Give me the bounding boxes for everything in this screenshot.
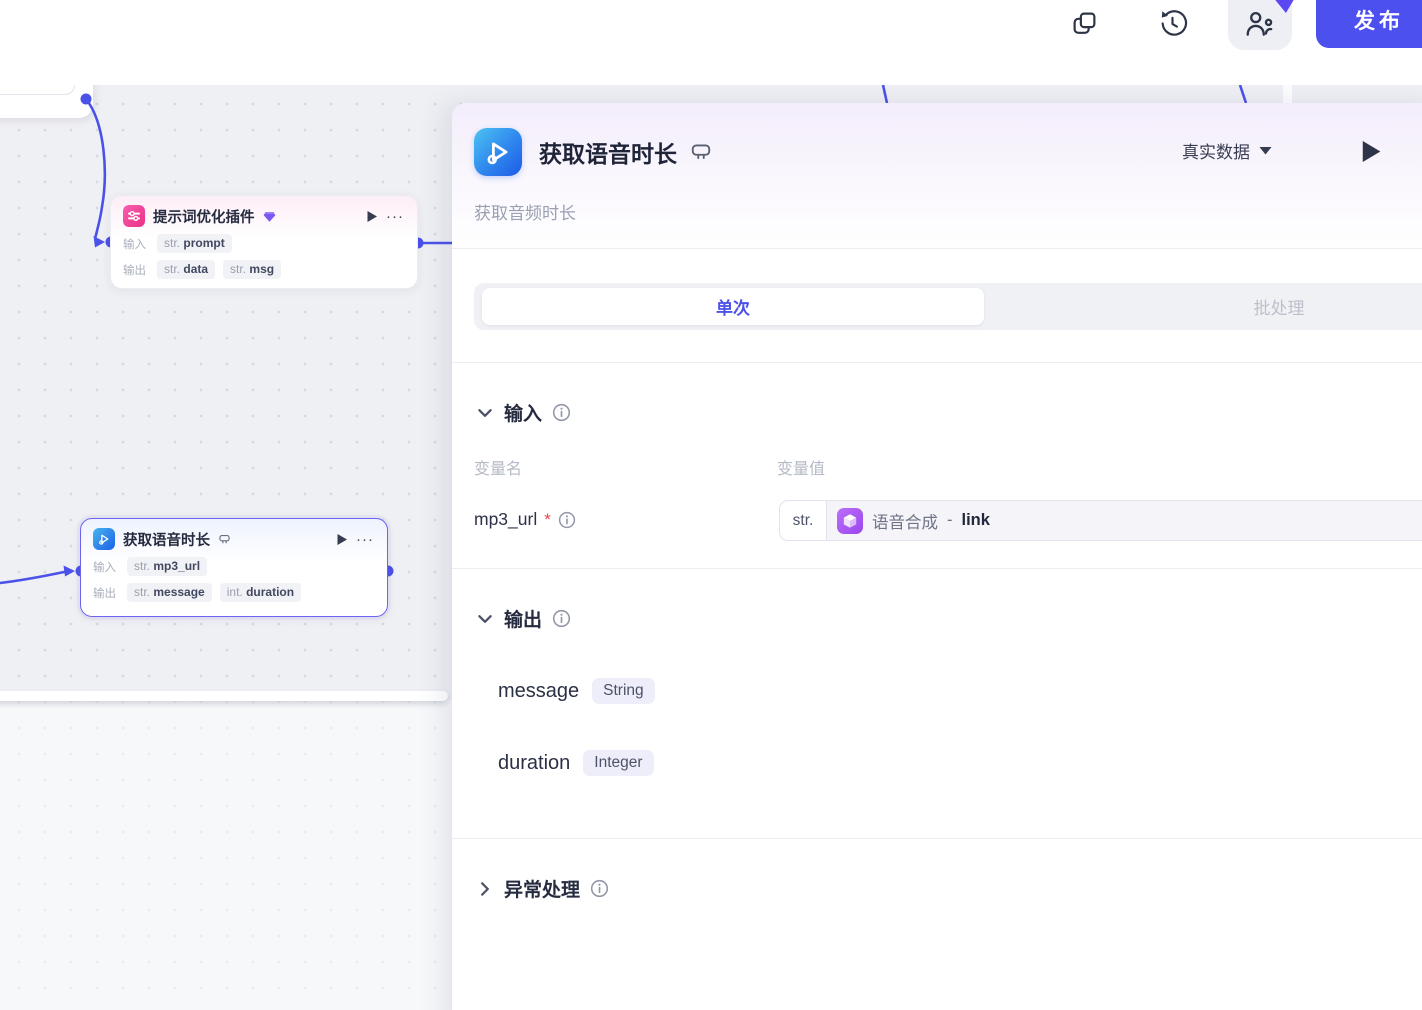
- param-tag: str. prompt: [157, 234, 232, 253]
- input-variable-name: mp3_url *: [474, 509, 576, 530]
- edge-into-audio: [0, 570, 66, 585]
- variable-value-field[interactable]: str. 语音合成 - link: [779, 500, 1422, 541]
- run-node-button[interactable]: [366, 210, 378, 223]
- top-toolbar: 发布: [0, 0, 1422, 85]
- edge-behind-panel-2: [1238, 85, 1248, 104]
- node-output-label: 输出: [123, 264, 146, 277]
- node-prompt-plugin[interactable]: 提示词优化插件 ··· 输入 str. prompt 输出 str. data …: [110, 195, 418, 289]
- workflow-editor: 提示词优化插件 ··· 输入 str. prompt 输出 str. data …: [0, 0, 1422, 1010]
- link-icon: [218, 533, 231, 546]
- param-tag: str. mp3_url: [127, 557, 208, 576]
- node-more-button[interactable]: ···: [386, 209, 404, 224]
- edge-start-to-prompt: [84, 97, 107, 239]
- output-item-duration: duration Integer: [498, 750, 654, 776]
- param-tag: int. duration: [219, 583, 302, 602]
- node-input-label: 输入: [123, 238, 146, 251]
- output-section-title: 输出: [504, 610, 543, 631]
- divider: [452, 838, 1422, 839]
- param-tag: str. data: [157, 260, 216, 279]
- divider: [452, 362, 1422, 363]
- tab-single[interactable]: 单次: [482, 288, 984, 325]
- param-tag: str. msg: [223, 260, 282, 279]
- reference-separator: -: [947, 511, 953, 529]
- chevron-right-icon[interactable]: [476, 880, 494, 898]
- data-mode-label: 真实数据: [1182, 143, 1250, 162]
- canvas-lower-region: [0, 700, 452, 1010]
- node-output-label: 输出: [93, 587, 116, 600]
- info-icon[interactable]: [552, 609, 571, 628]
- chevron-down-icon: [1259, 147, 1272, 155]
- output-item-message: message String: [498, 678, 655, 704]
- prompt-plugin-icon: [123, 205, 145, 227]
- edge-arrowhead: [63, 565, 75, 577]
- run-node-button[interactable]: [336, 533, 348, 546]
- node-get-audio-duration[interactable]: 获取语音时长 ··· 输入 str. mp3_url 输出 str. messa…: [80, 518, 388, 617]
- info-icon[interactable]: [558, 511, 576, 529]
- exception-section-title: 异常处理: [504, 880, 581, 901]
- data-mode-dropdown[interactable]: 真实数据: [1182, 138, 1272, 163]
- collaboration-icon: [1246, 11, 1273, 36]
- divider: [452, 248, 1422, 249]
- node-title: 提示词优化插件: [153, 209, 255, 226]
- run-panel-button[interactable]: [1360, 139, 1382, 169]
- info-icon[interactable]: [552, 403, 571, 422]
- param-tag: str. message: [127, 583, 212, 602]
- node-title: 获取语音时长: [123, 532, 210, 549]
- chevron-down-icon[interactable]: [476, 404, 494, 422]
- node-reference-cube-icon: [837, 507, 863, 534]
- node-input-label: 输入: [93, 561, 116, 574]
- media-plugin-icon: [93, 528, 115, 550]
- required-asterisk: *: [544, 509, 551, 529]
- panel-node-icon: [474, 128, 522, 176]
- edge-behind-panel-1: [881, 85, 889, 104]
- referenced-node-name: 语音合成: [872, 513, 938, 532]
- column-variable-value: 变量值: [777, 461, 826, 478]
- tab-batch[interactable]: 批处理: [1174, 283, 1384, 330]
- link-icon[interactable]: [690, 141, 712, 163]
- referenced-field-name: link: [961, 511, 990, 529]
- edge-arrowhead: [93, 236, 105, 248]
- background-card-edge: [0, 691, 448, 701]
- copy-icon: [1073, 12, 1095, 34]
- panel-header-gradient: [452, 103, 1422, 253]
- history-button[interactable]: [1155, 6, 1189, 40]
- divider: [452, 568, 1422, 569]
- type-badge: Integer: [583, 750, 654, 776]
- panel-title: 获取语音时长: [539, 141, 677, 167]
- chevron-down-icon[interactable]: [476, 610, 494, 628]
- publish-button[interactable]: 发布: [1316, 0, 1422, 48]
- column-variable-name: 变量名: [474, 461, 523, 478]
- type-badge: String: [592, 678, 655, 704]
- node-detail-panel: 获取语音时长 真实数据 ⋯ 获取音频时长 单次 批处: [452, 103, 1422, 1010]
- canvas-strip-gap: [1283, 85, 1292, 103]
- panel-subtitle: 获取音频时长: [474, 204, 576, 223]
- premium-gem-icon: [263, 210, 276, 223]
- value-type-prefix: str.: [780, 501, 827, 540]
- node-more-button[interactable]: ···: [356, 532, 374, 547]
- duplicate-button[interactable]: [1067, 6, 1101, 40]
- mode-tabs: 单次 批处理: [474, 283, 1422, 330]
- history-icon: [1161, 9, 1187, 36]
- info-icon[interactable]: [590, 879, 609, 898]
- input-section-title: 输入: [504, 404, 543, 425]
